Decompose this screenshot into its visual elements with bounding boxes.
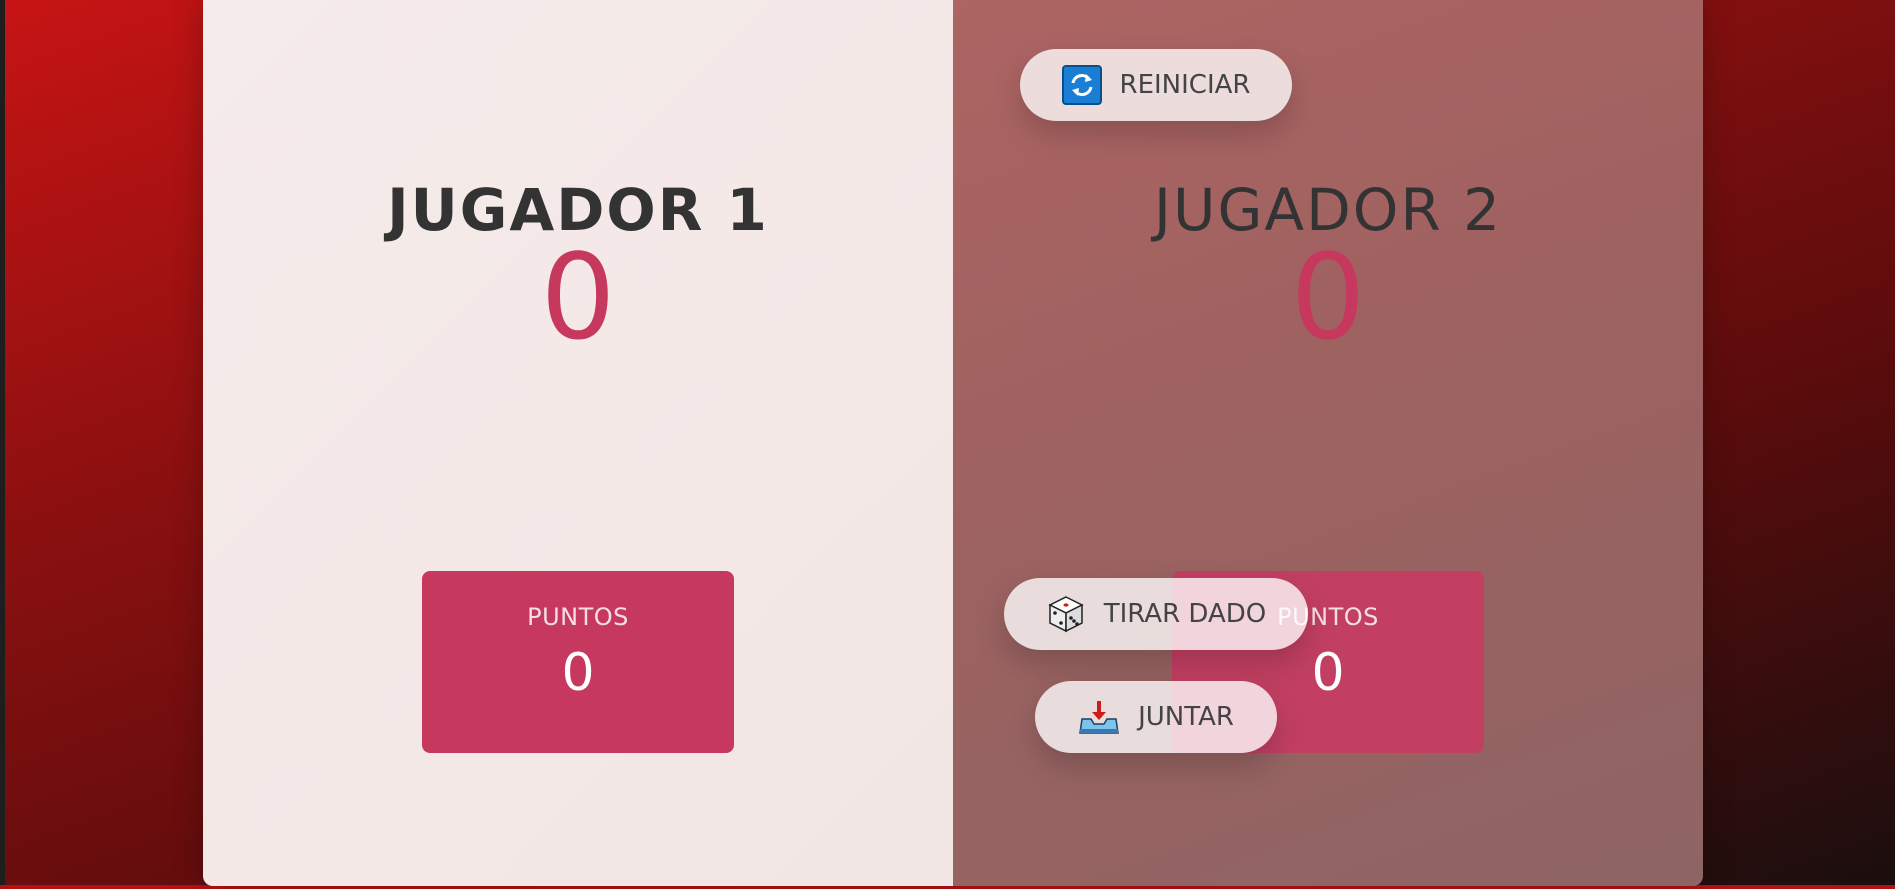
refresh-icon <box>1061 65 1102 105</box>
dice-icon <box>1046 594 1086 634</box>
game-board: JUGADOR 1 0 PUNTOS 0 JUGADOR 2 0 PUNTOS … <box>203 0 1703 886</box>
new-game-button[interactable]: REINICIAR <box>1020 49 1292 121</box>
player-1-panel: JUGADOR 1 0 PUNTOS 0 <box>203 0 953 886</box>
player-1-current-score: 0 <box>561 643 595 703</box>
new-game-label: REINICIAR <box>1119 70 1251 100</box>
player-2-total-score: 0 <box>1290 228 1366 366</box>
roll-dice-label: TIRAR DADO <box>1103 599 1267 629</box>
window-edge <box>0 0 5 889</box>
player-2-panel: JUGADOR 2 0 PUNTOS 0 <box>953 0 1703 886</box>
player-1-current-box: PUNTOS 0 <box>422 571 734 753</box>
hold-label: JUNTAR <box>1138 702 1234 732</box>
roll-dice-button[interactable]: TIRAR DADO <box>1004 578 1308 650</box>
player-1-total-score: 0 <box>540 228 616 366</box>
inbox-tray-icon <box>1078 699 1120 735</box>
player-1-current-label: PUNTOS <box>527 603 629 631</box>
hold-button[interactable]: JUNTAR <box>1035 681 1277 753</box>
